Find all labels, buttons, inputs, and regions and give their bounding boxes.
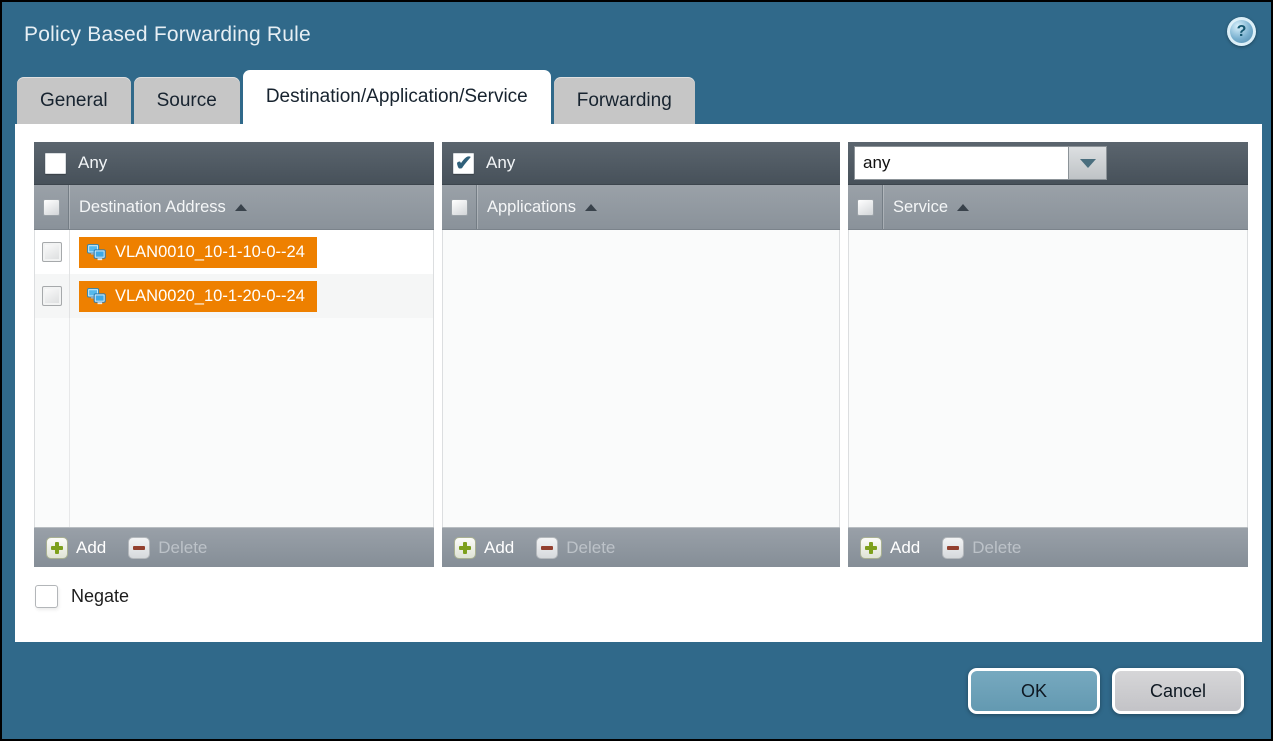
row-checkbox[interactable] <box>42 286 62 306</box>
destination-column-sort[interactable]: Destination Address <box>69 198 247 217</box>
row-checkbox[interactable] <box>42 242 62 262</box>
negate-label: Negate <box>71 586 129 607</box>
applications-list <box>442 230 840 527</box>
minus-icon <box>942 537 964 559</box>
applications-toolbar: Add Delete <box>442 527 840 567</box>
ok-button[interactable]: OK <box>968 668 1100 714</box>
service-toolbar: Add Delete <box>848 527 1248 567</box>
service-list <box>848 230 1248 527</box>
applications-select-all-checkbox[interactable] <box>451 199 468 216</box>
applications-column-header: Applications <box>442 185 840 230</box>
applications-any-bar: Any <box>442 142 840 185</box>
delete-button[interactable]: Delete <box>536 537 615 559</box>
sort-asc-icon <box>235 204 247 211</box>
plus-icon <box>860 537 882 559</box>
service-dropdown-bar <box>848 142 1248 185</box>
service-combo <box>854 146 1107 180</box>
destination-column-header: Destination Address <box>34 185 434 230</box>
help-icon[interactable]: ? <box>1227 17 1256 46</box>
add-button[interactable]: Add <box>860 537 920 559</box>
tab-content: Any Destination Address <box>15 124 1262 642</box>
delete-button[interactable]: Delete <box>128 537 207 559</box>
chevron-down-icon <box>1080 159 1096 168</box>
table-row[interactable]: VLAN0010_10-1-10-0--24 <box>35 230 433 274</box>
destination-select-all-checkbox[interactable] <box>43 199 60 216</box>
service-column-header: Service <box>848 185 1248 230</box>
delete-button[interactable]: Delete <box>942 537 1021 559</box>
service-dropdown-button[interactable] <box>1069 146 1107 180</box>
tab-destination-application-service[interactable]: Destination/Application/Service <box>243 70 551 124</box>
destination-any-checkbox[interactable] <box>45 153 66 174</box>
table-row[interactable]: VLAN0020_10-1-20-0--24 <box>35 274 433 318</box>
applications-panel: Any Applications Add Delete <box>442 142 840 567</box>
tab-bar: General Source Destination/Application/S… <box>17 70 695 124</box>
destination-address-panel: Any Destination Address <box>34 142 434 567</box>
service-select-all-checkbox[interactable] <box>857 199 874 216</box>
plus-icon <box>454 537 476 559</box>
service-column-sort[interactable]: Service <box>883 198 969 217</box>
destination-toolbar: Add Delete <box>34 527 434 567</box>
destination-address-list: VLAN0010_10-1-10-0--24 <box>34 230 434 527</box>
dialog-titlebar: Policy Based Forwarding Rule ? <box>2 2 1271 70</box>
minus-icon <box>536 537 558 559</box>
service-panel: Service Add Delete <box>848 142 1248 567</box>
dialog-title: Policy Based Forwarding Rule <box>24 23 311 47</box>
cancel-button[interactable]: Cancel <box>1112 668 1244 714</box>
plus-icon <box>46 537 68 559</box>
applications-any-label: Any <box>486 153 515 173</box>
minus-icon <box>128 537 150 559</box>
pbf-rule-dialog: Policy Based Forwarding Rule ? General S… <box>2 2 1271 739</box>
destination-any-label: Any <box>78 153 107 173</box>
destination-address-item[interactable]: VLAN0020_10-1-20-0--24 <box>79 281 317 312</box>
address-group-icon <box>86 242 107 263</box>
applications-column-sort[interactable]: Applications <box>477 198 597 217</box>
sort-asc-icon <box>585 204 597 211</box>
destination-any-bar: Any <box>34 142 434 185</box>
negate-checkbox[interactable] <box>35 585 58 608</box>
add-button[interactable]: Add <box>454 537 514 559</box>
add-button[interactable]: Add <box>46 537 106 559</box>
service-dropdown-input[interactable] <box>854 146 1069 180</box>
tab-source[interactable]: Source <box>134 77 240 124</box>
tab-general[interactable]: General <box>17 77 131 124</box>
address-group-icon <box>86 286 107 307</box>
tab-forwarding[interactable]: Forwarding <box>554 77 695 124</box>
applications-any-checkbox[interactable] <box>453 153 474 174</box>
sort-asc-icon <box>957 204 969 211</box>
destination-address-item[interactable]: VLAN0010_10-1-10-0--24 <box>79 237 317 268</box>
negate-control: Negate <box>35 585 129 608</box>
